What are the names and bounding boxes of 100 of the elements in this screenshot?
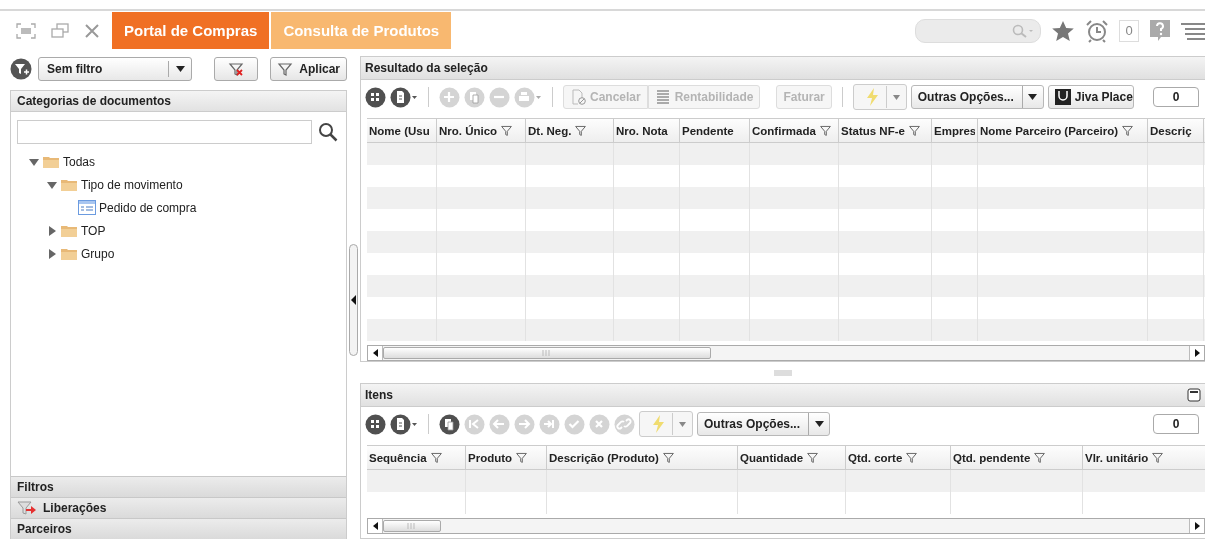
caret-icon xyxy=(679,421,686,427)
alarm-clock-icon[interactable] xyxy=(1085,18,1109,43)
panel-title: Itens xyxy=(365,388,394,402)
add-filter-icon[interactable] xyxy=(10,58,32,80)
document-icon[interactable] xyxy=(390,86,418,108)
horizontal-scrollbar[interactable] xyxy=(367,518,1205,534)
star-icon[interactable] xyxy=(1051,19,1075,42)
panel-header: Categorias de documentos xyxy=(11,91,346,112)
filter-icon[interactable] xyxy=(1033,451,1047,464)
column-header[interactable]: Nro. Nota xyxy=(614,119,680,142)
column-label: Descriç xyxy=(1150,124,1192,137)
maximize-icon[interactable] xyxy=(1187,388,1201,402)
grid-icon[interactable] xyxy=(365,413,386,435)
tree-item[interactable]: Tipo de movimento xyxy=(81,177,183,192)
apply-button[interactable]: Aplicar xyxy=(270,57,347,81)
section-label: Filtros xyxy=(17,480,54,494)
filter-icon[interactable] xyxy=(515,451,529,464)
filter-icon[interactable] xyxy=(818,124,832,137)
column-label: Nro. Único xyxy=(439,124,498,137)
close-icon[interactable] xyxy=(84,22,100,39)
section-label: Parceiros xyxy=(17,522,72,536)
scroll-right-button[interactable] xyxy=(1189,519,1204,533)
column-header[interactable]: Descriç xyxy=(1148,119,1204,142)
column-header[interactable]: Dt. Neg. xyxy=(526,119,614,142)
folder-icon xyxy=(60,246,78,261)
column-header[interactable]: Confirmada xyxy=(750,119,839,142)
column-header[interactable]: Vlr. unitário xyxy=(1083,446,1205,469)
filter-icon[interactable] xyxy=(806,451,820,464)
search-field[interactable] xyxy=(915,18,1041,43)
tree-item[interactable]: Grupo xyxy=(81,246,115,261)
expander-icon[interactable] xyxy=(47,179,57,190)
column-label: Status NF-e xyxy=(841,124,905,137)
caret-icon xyxy=(892,94,900,100)
filter-icon[interactable] xyxy=(574,124,588,137)
column-header[interactable]: Pendente xyxy=(680,119,750,142)
more-options-dropdown[interactable]: Outras Opções... xyxy=(910,85,1044,109)
column-header[interactable]: Produto xyxy=(466,446,547,469)
filter-icon[interactable] xyxy=(661,451,675,464)
folder-icon xyxy=(42,154,60,169)
collapse-icon[interactable] xyxy=(351,295,356,305)
splitter-handle[interactable] xyxy=(773,369,792,376)
copy-icon[interactable] xyxy=(439,413,460,435)
scrollbar-thumb[interactable] xyxy=(383,520,441,532)
tree-item[interactable]: TOP xyxy=(81,223,106,238)
column-header[interactable]: Nome Parceiro (Parceiro) xyxy=(978,119,1148,142)
caret-icon xyxy=(175,66,185,72)
more-options-dropdown[interactable]: Outras Opções... xyxy=(697,412,831,436)
splitter-handle[interactable] xyxy=(349,244,358,356)
menu-icon[interactable] xyxy=(1181,20,1205,41)
column-header[interactable]: Sequência xyxy=(367,446,466,469)
expander-icon[interactable] xyxy=(47,225,57,236)
filter-dropdown[interactable]: Sem filtro xyxy=(38,57,193,81)
tree-item[interactable]: Todas xyxy=(63,154,96,169)
column-label: Nro. Nota xyxy=(616,124,668,137)
clear-filter-button[interactable] xyxy=(214,57,259,81)
scroll-right-button[interactable] xyxy=(1189,346,1204,360)
document-icon[interactable] xyxy=(390,413,418,435)
column-label: Empres xyxy=(934,124,975,137)
section-header[interactable]: Filtros xyxy=(11,476,346,497)
column-header[interactable]: Qtd. pendente xyxy=(951,446,1083,469)
column-header[interactable]: Nome (Usu xyxy=(367,119,437,142)
scrollbar-thumb[interactable] xyxy=(383,347,711,359)
funnel-arrow-icon xyxy=(17,500,37,516)
filter-icon[interactable] xyxy=(500,124,514,137)
column-header[interactable]: Qtd. corte xyxy=(846,446,951,469)
column-header[interactable]: Descrição (Produto) xyxy=(547,446,738,469)
column-label: Vlr. unitário xyxy=(1085,451,1149,464)
store-button[interactable]: Jiva Place xyxy=(1047,85,1134,109)
column-label: Nome (Usu xyxy=(369,124,430,137)
horizontal-scrollbar[interactable] xyxy=(367,345,1205,361)
record-count: 0 xyxy=(1153,87,1199,107)
grid-icon[interactable] xyxy=(365,86,386,108)
scroll-left-button[interactable] xyxy=(368,346,383,360)
funnel-icon xyxy=(228,61,245,77)
section-header[interactable]: Liberações xyxy=(11,497,346,518)
search-field[interactable] xyxy=(17,120,312,144)
left-arrow-icon xyxy=(372,522,378,530)
filter-icon[interactable] xyxy=(905,451,919,464)
column-header[interactable]: Nro. Único xyxy=(437,119,526,142)
section-label: Liberações xyxy=(43,501,107,515)
document-cancel-icon xyxy=(570,89,586,105)
column-header[interactable]: Empres xyxy=(932,119,978,142)
column-header[interactable]: Status NF-e xyxy=(839,119,932,142)
filter-icon[interactable] xyxy=(907,124,921,137)
section-header[interactable]: Parceiros xyxy=(11,518,346,539)
expander-icon[interactable] xyxy=(47,248,57,259)
right-arrow-icon xyxy=(1194,349,1200,357)
filter-icon[interactable] xyxy=(429,451,443,464)
column-header[interactable]: Quantidade xyxy=(738,446,846,469)
help-icon[interactable] xyxy=(1149,18,1171,43)
funnel-icon xyxy=(277,61,294,77)
scroll-left-button[interactable] xyxy=(368,519,383,533)
search-icon[interactable] xyxy=(318,122,338,142)
column-label: Qtd. corte xyxy=(848,451,903,464)
filter-icon[interactable] xyxy=(1151,451,1165,464)
tree-item[interactable]: Pedido de compra xyxy=(99,200,197,215)
restore-icon[interactable] xyxy=(50,22,70,39)
expander-icon[interactable] xyxy=(29,156,39,167)
filter-icon[interactable] xyxy=(1121,124,1135,137)
bag-icon xyxy=(1054,89,1071,105)
